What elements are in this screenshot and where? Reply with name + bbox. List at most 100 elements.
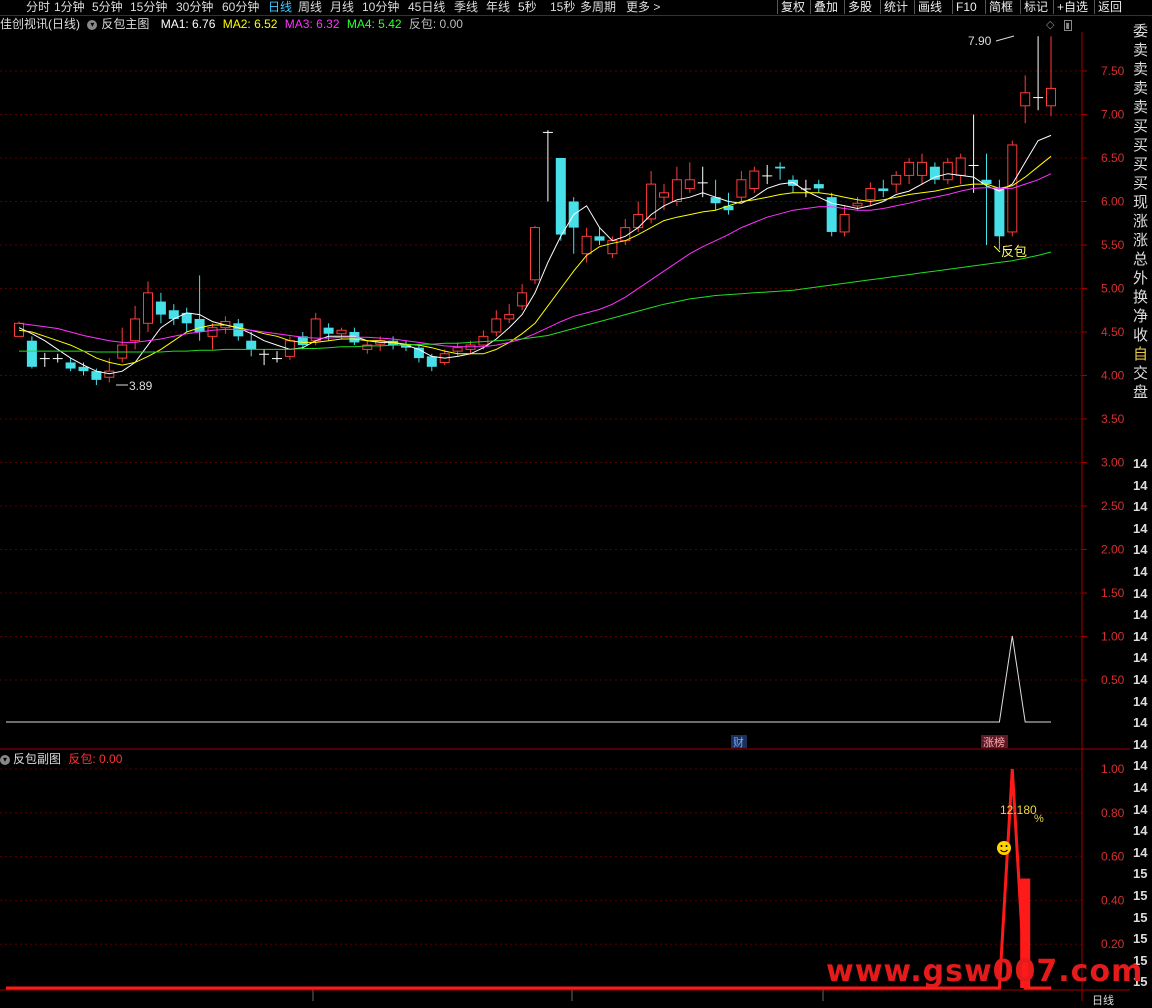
price-tick-label: 0.50: [1101, 673, 1125, 687]
candle-body: [775, 166, 786, 169]
price-tick-label: 4.50: [1101, 325, 1125, 339]
candle-body: [452, 347, 463, 352]
quote-field-label: 外: [1133, 270, 1149, 287]
candle-body: [749, 170, 760, 189]
candle-body: [207, 327, 218, 337]
quote-field-label: 交: [1133, 365, 1149, 382]
candle-body: [929, 166, 940, 180]
signal-line-main: [6, 635, 1051, 723]
candle-body: [581, 235, 592, 255]
candle-body: [697, 182, 708, 184]
sub-tick-label: 1.00: [1101, 762, 1125, 776]
tick-time: 14: [1133, 693, 1148, 709]
tick-time: 14: [1133, 456, 1148, 471]
tick-time: 14: [1133, 628, 1148, 644]
event-tag-zhangbang: 涨榜: [983, 735, 1005, 749]
percent-suffix: %: [1034, 813, 1044, 825]
tick-time: 14: [1133, 801, 1148, 817]
quote-field-label: 买: [1133, 137, 1149, 154]
quote-field-label: 卖: [1133, 99, 1149, 116]
candle-body: [478, 335, 489, 346]
candle-body: [826, 197, 837, 232]
tick-time: 14: [1133, 564, 1148, 579]
tick-time: 14: [1133, 607, 1148, 623]
candle-body: [878, 188, 889, 192]
candle-body: [504, 314, 515, 320]
tick-time: 14: [1133, 758, 1148, 774]
candle-body: [194, 318, 205, 332]
candle-body: [65, 362, 76, 369]
price-tick-label: 7.00: [1101, 108, 1125, 122]
candle-body: [555, 158, 566, 235]
candle-body: [14, 322, 24, 337]
sub-tick-label: 0.60: [1101, 850, 1125, 864]
candle-body: [491, 318, 502, 333]
quote-field-label: 卖: [1133, 61, 1149, 78]
tick-time: 14: [1133, 672, 1148, 687]
quote-field-label: 涨: [1133, 232, 1149, 249]
tick-time: 14: [1133, 477, 1148, 493]
quote-field-label: 自: [1133, 346, 1149, 363]
candle-body: [955, 157, 966, 176]
tick-time: 15: [1133, 888, 1148, 903]
quote-field-label: 总: [1133, 251, 1149, 268]
price-tick-label: 7.50: [1101, 64, 1125, 78]
tick-time: 14: [1133, 650, 1148, 666]
candle-body: [323, 327, 334, 334]
candle-body: [130, 318, 141, 342]
candle-body: [530, 227, 540, 281]
smiley-eye: [1005, 845, 1008, 847]
candle-body: [762, 175, 773, 177]
candle-body: [91, 371, 102, 380]
candle-body: [968, 164, 979, 166]
candle-body: [736, 179, 747, 198]
tick-time: 15: [1133, 866, 1148, 882]
candle-body: [336, 329, 347, 335]
quote-field-label: 买: [1133, 175, 1149, 192]
price-tick-label: 2.00: [1101, 543, 1125, 557]
percent-label: 12.180: [1000, 803, 1037, 817]
candle-body: [39, 358, 50, 360]
price-tick-label: 3.00: [1101, 456, 1125, 470]
candle-body: [1046, 87, 1056, 107]
period-indicator: 日线: [1092, 995, 1114, 1007]
high-pointer: [995, 35, 1015, 42]
tick-time: 15: [1133, 931, 1148, 947]
candle-body: [659, 192, 669, 198]
price-tick-label: 1.50: [1101, 586, 1125, 600]
candle-body: [852, 202, 863, 207]
quote-field-label: 委: [1133, 23, 1149, 40]
price-tick-label: 1.00: [1101, 630, 1125, 644]
candle-body: [917, 161, 927, 176]
smiley-icon: [997, 841, 1011, 855]
candle-body: [155, 301, 166, 315]
price-tick-label: 5.50: [1101, 238, 1125, 252]
tick-time: 14: [1133, 715, 1148, 731]
quote-field-label: 盘: [1133, 384, 1149, 401]
low-price-label: 3.89: [129, 379, 153, 393]
tick-time: 14: [1133, 736, 1148, 752]
quote-field-label: 换: [1133, 289, 1149, 306]
tick-time: 14: [1133, 542, 1148, 558]
quote-field-label: 卖: [1133, 42, 1149, 59]
price-tick-label: 2.50: [1101, 499, 1125, 513]
candle-body: [78, 366, 89, 372]
candle-body: [904, 161, 915, 176]
quote-field-label: 买: [1133, 118, 1149, 135]
quote-field-label: 买: [1133, 156, 1149, 173]
candle-body: [52, 358, 63, 360]
kline-chart[interactable]: 7.50 7.00 6.50 6.00 5.50 5.00 4.50 4.00 3.50 3.00…: [0, 0, 1130, 1001]
event-tag-cai: 财: [733, 735, 744, 749]
quote-field-label: 涨: [1133, 213, 1149, 230]
tick-time: 14: [1133, 585, 1148, 601]
candle-body: [671, 179, 682, 202]
price-tick-label: 6.50: [1101, 151, 1125, 165]
fanbao-signal-label: 反包: [1001, 245, 1027, 260]
tick-time: 14: [1133, 844, 1148, 860]
candle-body: [813, 184, 824, 189]
candle-body: [839, 214, 850, 233]
quote-side-panel: 委卖卖卖卖买买买买现涨涨总外换净收自交盘 14 14 14 14 14 14 14 14 14 14…: [1130, 16, 1152, 1001]
tick-time: 14: [1133, 780, 1148, 795]
high-price-label: 7.90: [968, 34, 992, 48]
tick-time: 15: [1133, 909, 1148, 925]
